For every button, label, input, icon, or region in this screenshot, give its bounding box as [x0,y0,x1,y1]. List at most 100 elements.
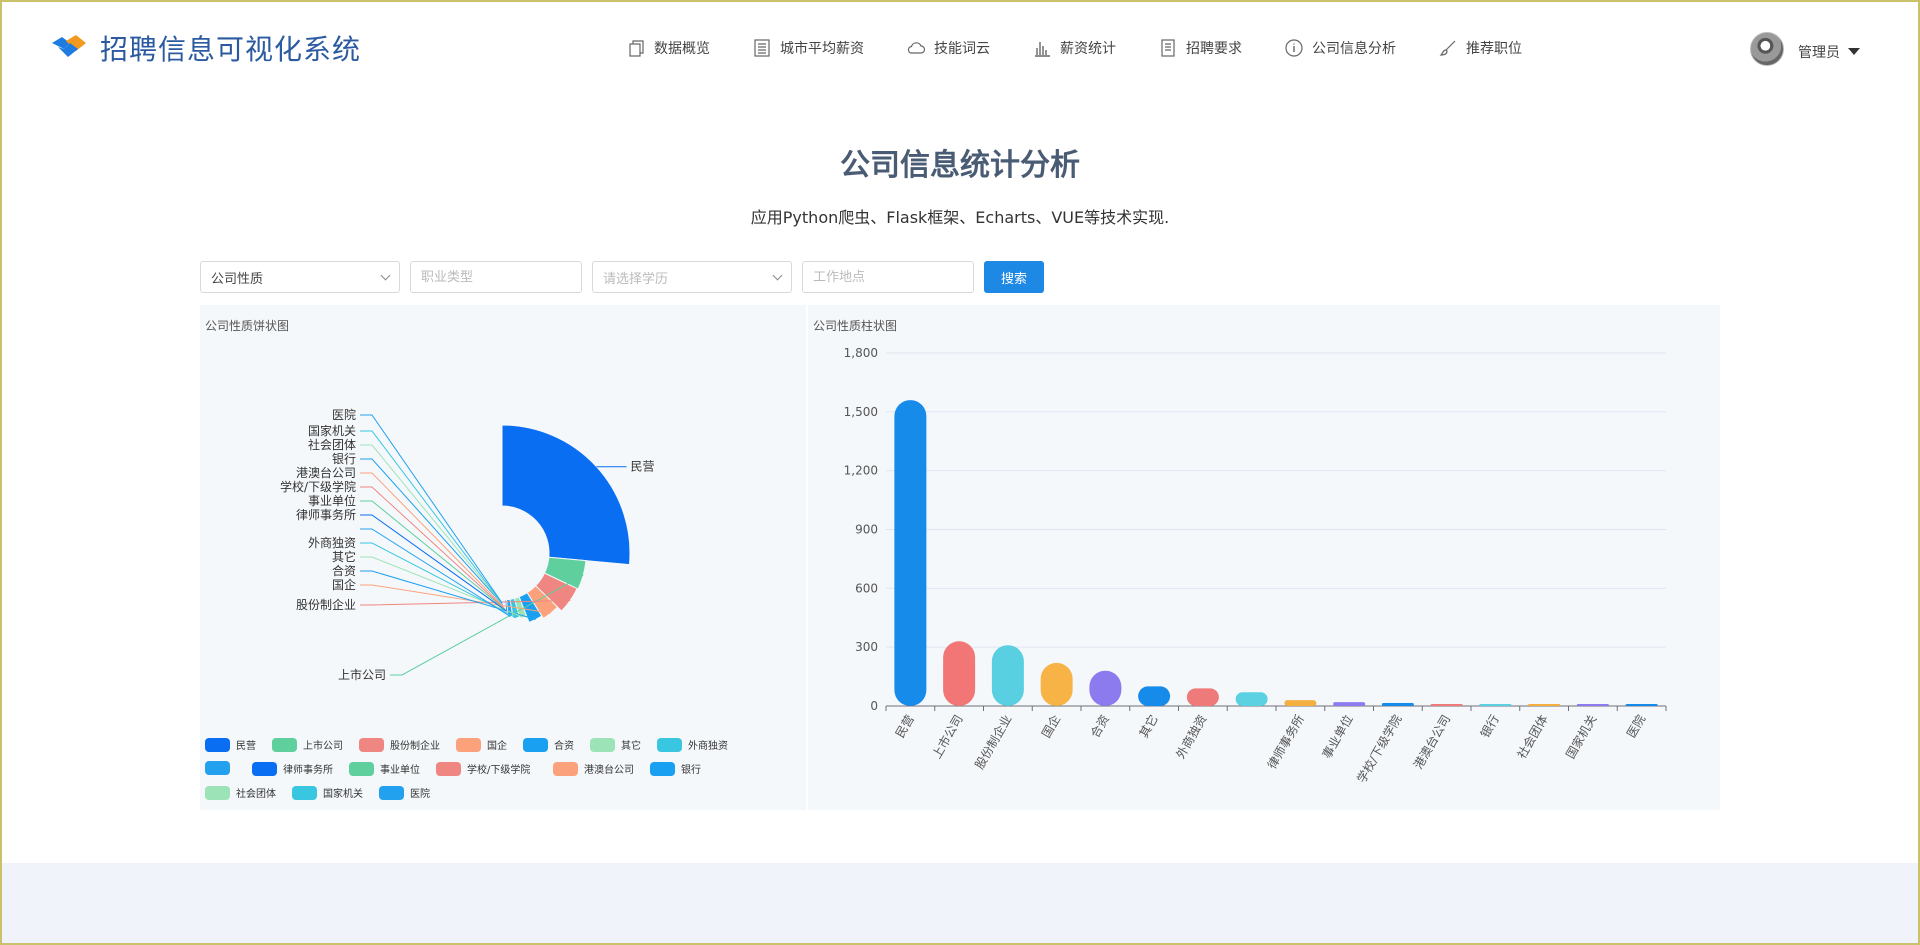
legend-swatch [349,761,374,776]
nav-item-salary-stats[interactable]: 薪资统计 [1032,38,1116,58]
legend-item[interactable]: 社会团体 [205,785,276,800]
legend-label: 合资 [554,741,574,752]
bar[interactable] [1528,704,1561,706]
legend-item[interactable]: 民营 [205,737,256,752]
legend-item[interactable]: 其它 [590,737,641,752]
legend-swatch [379,785,404,800]
bar[interactable] [1235,692,1268,706]
legend-swatch [657,737,682,752]
footer-band [0,863,1920,945]
legend-item[interactable]: 合资 [523,737,574,752]
x-tick-label: 国企 [1038,712,1063,740]
user-menu[interactable]: 管理员 [1750,32,1860,66]
legend-swatch [436,761,461,776]
x-tick-label: 港澳台公司 [1410,712,1453,771]
x-tick-label: 学校/下级学院 [1353,712,1404,785]
app-title: 招聘信息可视化系统 [100,33,362,66]
legend-swatch [359,737,384,752]
bar[interactable] [1089,670,1122,706]
user-name[interactable]: 管理员 [1798,42,1840,62]
company-type-value: 公司性质 [211,271,264,287]
bar[interactable] [894,400,927,706]
legend-label: 社会团体 [236,789,276,800]
x-tick-label: 事业单位 [1319,712,1356,761]
nav-item-overview[interactable]: 数据概览 [626,38,710,58]
bar[interactable] [1333,702,1366,706]
company-type-select[interactable]: 公司性质 [200,261,400,293]
document-icon [1161,39,1175,57]
nav-label: 招聘要求 [1186,41,1242,57]
pie-label: 其它 [332,549,356,564]
nav-item-company-analysis[interactable]: 公司信息分析 [1284,38,1396,58]
bar[interactable] [1040,662,1073,706]
nav-label: 技能词云 [934,41,990,57]
legend-swatch [523,737,548,752]
pie-label: 事业单位 [308,493,356,508]
bar[interactable] [1576,704,1609,706]
legend-item[interactable]: 事业单位 [349,761,420,776]
chevron-down-icon [772,270,783,280]
legend-swatch [205,785,230,800]
pie-label: 国企 [332,577,356,592]
x-tick-label: 外商独资 [1172,712,1209,761]
legend-item[interactable]: 银行 [650,761,701,776]
legend-item[interactable]: 学校/下级学院 [436,761,530,776]
bar[interactable] [991,645,1024,706]
pie-label: 股份制企业 [296,597,356,612]
location-input[interactable] [802,261,974,293]
main-nav: 数据概览 城市平均薪资 技能词云 薪资统计 招聘要求 公司信息分析 推荐职位 [626,38,1564,58]
search-button[interactable]: 搜索 [984,261,1044,293]
pie-label: 学校/下级学院 [280,479,356,494]
pie-label: 医院 [332,408,356,422]
nav-item-city-salary[interactable]: 城市平均薪资 [752,38,864,58]
y-tick-label: 900 [855,523,878,537]
nav-label: 数据概览 [654,41,710,57]
bar[interactable] [1479,704,1512,706]
legend-item[interactable]: 上市公司 [272,737,343,752]
education-select[interactable]: 请选择学历 [592,261,792,293]
legend-label: 其它 [621,741,641,752]
bar[interactable] [1430,704,1463,706]
bar[interactable] [1381,703,1414,706]
app-logo[interactable]: 招聘信息可视化系统 [50,28,361,68]
pie-slice[interactable] [501,424,631,566]
legend-item[interactable]: 律师事务所 [252,761,333,776]
pie-label: 外商独资 [308,535,356,550]
legend-label: 股份制企业 [390,741,440,752]
legend-item[interactable]: 医院 [379,785,430,800]
nav-item-requirements[interactable]: 招聘要求 [1158,38,1242,58]
legend-item[interactable]: 外商独资 [657,737,728,752]
y-tick-label: 1,500 [844,405,878,419]
bar[interactable] [1138,686,1171,706]
y-tick-label: 1,800 [844,346,878,360]
pie-label: 上市公司 [338,667,386,682]
job-type-input[interactable] [410,261,582,293]
pie-label-line [360,514,507,612]
nav-label: 推荐职位 [1466,41,1522,57]
x-tick-label: 律师事务所 [1264,712,1307,771]
legend-item[interactable]: 股份制企业 [359,737,440,752]
legend-item[interactable] [205,761,236,775]
legend-item[interactable]: 港澳台公司 [553,761,634,776]
nav-item-recommend[interactable]: 推荐职位 [1438,38,1522,58]
legend-label: 律师事务所 [283,765,333,776]
x-tick-label: 股份制企业 [971,712,1014,771]
education-placeholder: 请选择学历 [603,271,669,287]
chevron-down-icon [380,270,391,280]
nav-item-skill-cloud[interactable]: 技能词云 [906,38,990,58]
x-tick-label: 合资 [1087,712,1112,740]
bar[interactable] [1625,704,1658,706]
avatar[interactable] [1750,32,1784,66]
bar[interactable] [1186,688,1219,706]
bar[interactable] [1284,700,1317,706]
x-tick-label: 其它 [1136,712,1161,740]
legend-label: 银行 [681,765,701,776]
bar-chart-panel: 公司性质柱状图 0 300 600 900 1,200 1,500 1,800 民营 上市公司股… [808,305,1720,810]
legend-item[interactable]: 国家机关 [292,785,363,800]
legend-label: 港澳台公司 [584,765,634,776]
pie-chart: 民营上市公司 股份制企业 国企合资其它外商独资 律师事务所事业单位学校/下级学院港澳台… [280,408,655,682]
x-tick-label: 医院 [1624,713,1648,741]
caret-down-icon[interactable] [1848,47,1860,55]
legend-item[interactable]: 国企 [456,737,507,752]
bar[interactable] [943,641,976,706]
